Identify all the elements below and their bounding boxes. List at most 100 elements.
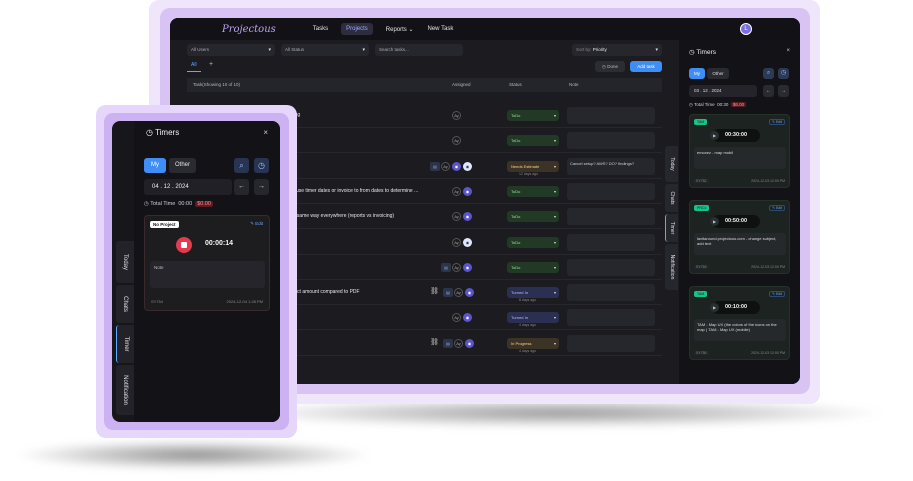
note-field[interactable]: Cancel setup? AWS? DO? findings? bbox=[567, 157, 655, 175]
mobile-tab-notification[interactable]: Notification bbox=[116, 365, 134, 415]
side-tab-timer[interactable]: Timer bbox=[665, 214, 678, 242]
mobile-total-amount: $0.00 bbox=[195, 201, 213, 207]
assign-user-icon[interactable]: Ay bbox=[452, 262, 461, 272]
date-field[interactable]: 03 . 12 . 2024 bbox=[689, 85, 757, 97]
note-field[interactable] bbox=[567, 107, 655, 124]
mobile-next-day-button[interactable]: → bbox=[254, 179, 269, 195]
avatar[interactable]: ◉ bbox=[463, 161, 472, 171]
status-select[interactable]: All Status ▾ bbox=[281, 44, 369, 56]
tab-all[interactable]: All bbox=[191, 62, 197, 68]
side-tab-today[interactable]: Today bbox=[665, 146, 678, 182]
avatar[interactable]: ◉ bbox=[463, 313, 472, 323]
status-select[interactable]: Turned In ▾ bbox=[507, 287, 559, 299]
status-select[interactable]: Needs Estimate ▾ bbox=[507, 160, 559, 172]
status-select[interactable]: ToDo ▾ bbox=[507, 261, 559, 273]
play-icon[interactable]: ▶ bbox=[710, 217, 719, 226]
status-select[interactable]: ToDo ▾ bbox=[507, 236, 559, 248]
history-icon[interactable]: ⌕ bbox=[234, 158, 249, 173]
users-select[interactable]: All Users ▾ bbox=[187, 44, 275, 56]
timer-note[interactable]: emoxez - map mobil bbox=[694, 147, 786, 169]
timer-icon[interactable]: ◷ bbox=[778, 68, 789, 79]
search-input[interactable]: Search tasks... bbox=[375, 44, 463, 56]
assign-user-icon[interactable]: Ay bbox=[452, 111, 461, 120]
my-button[interactable]: My bbox=[689, 68, 705, 79]
timer-note[interactable]: lavitaround.projectous.com - change subj… bbox=[694, 233, 786, 255]
list-icon[interactable]: ▤ bbox=[441, 262, 451, 272]
side-tab-chats[interactable]: Chats bbox=[665, 184, 678, 212]
avatar[interactable]: L bbox=[740, 23, 752, 35]
play-icon[interactable]: ▶ bbox=[710, 131, 719, 140]
next-day-button[interactable]: → bbox=[778, 85, 789, 97]
note-input[interactable]: Note bbox=[150, 261, 265, 288]
list-icon[interactable]: ▤ bbox=[430, 161, 440, 171]
assign-user-icon[interactable]: Ay bbox=[452, 313, 461, 323]
status-select[interactable]: ToDo ▾ bbox=[507, 135, 559, 147]
nav-reports[interactable]: Reports ⌄ bbox=[381, 23, 419, 36]
avatar[interactable]: ◉ bbox=[465, 338, 474, 348]
mobile-tab-timer[interactable]: Timer bbox=[116, 325, 134, 363]
note-field[interactable] bbox=[567, 334, 655, 352]
status-select[interactable]: ToDo ▾ bbox=[507, 211, 559, 223]
edit-button[interactable]: ✎ Edit bbox=[250, 221, 263, 227]
note-field[interactable] bbox=[567, 208, 655, 226]
assign-user-icon[interactable]: Ay bbox=[452, 212, 461, 222]
edit-button[interactable]: ✎ Edit bbox=[769, 291, 785, 297]
note-field[interactable] bbox=[567, 233, 655, 251]
close-icon[interactable]: × bbox=[786, 48, 790, 54]
avatar[interactable]: ◉ bbox=[463, 237, 472, 247]
assign-user-icon[interactable]: Ay bbox=[454, 288, 463, 298]
sort-select[interactable]: Sort by: Priority ▾ bbox=[572, 44, 662, 56]
status-select[interactable]: In Progress ▾ bbox=[507, 337, 559, 349]
timer-icon[interactable]: ◷ bbox=[254, 158, 269, 173]
assign-user-icon[interactable]: Ay bbox=[452, 186, 461, 196]
avatar[interactable]: ◉ bbox=[465, 288, 474, 298]
mobile-other-button[interactable]: Other bbox=[169, 158, 196, 173]
stage: Projectous Tasks Projects Reports ⌄ New … bbox=[0, 0, 913, 481]
note-field[interactable] bbox=[567, 132, 655, 150]
note-field[interactable] bbox=[567, 258, 655, 276]
note-field[interactable] bbox=[567, 309, 655, 327]
avatar[interactable]: ◉ bbox=[463, 186, 472, 196]
nav-projects[interactable]: Projects bbox=[341, 23, 373, 35]
list-icon[interactable]: ▤ bbox=[443, 288, 453, 298]
avatar[interactable]: ◉ bbox=[463, 262, 472, 272]
history-icon[interactable]: ⌕ bbox=[763, 68, 774, 79]
stop-button[interactable] bbox=[176, 237, 192, 253]
note-field[interactable] bbox=[567, 182, 655, 200]
link-icon[interactable]: ⛓ bbox=[430, 338, 439, 346]
done-button[interactable]: ◷ Done bbox=[595, 61, 625, 72]
prev-day-button[interactable]: ← bbox=[763, 85, 774, 97]
header-note: Note bbox=[569, 82, 579, 87]
status-select[interactable]: ToDo ▾ bbox=[507, 185, 559, 197]
status-select[interactable]: Turned In ▾ bbox=[507, 312, 559, 324]
add-task-button[interactable]: Add task bbox=[630, 61, 662, 72]
list-icon[interactable]: ▤ bbox=[443, 338, 453, 348]
app-logo[interactable]: Projectous bbox=[222, 24, 276, 35]
mobile-tab-chats[interactable]: Chats bbox=[116, 285, 134, 323]
mobile-prev-day-button[interactable]: ← bbox=[234, 179, 249, 195]
side-tab-notification[interactable]: Notification bbox=[665, 244, 678, 290]
assign-user-icon[interactable]: Ay bbox=[441, 161, 450, 171]
timer-note[interactable]: TAM - Map UX (the colors of the icons on… bbox=[694, 319, 786, 341]
task-title[interactable]: ports? (use timer dates or invoice to fr… bbox=[279, 188, 418, 194]
mobile-my-button[interactable]: My bbox=[144, 158, 166, 173]
assign-user-icon[interactable]: Ay bbox=[454, 338, 463, 348]
avatar[interactable]: ◉ bbox=[463, 212, 472, 222]
timer-date: 2024-12-03 12:00 PM bbox=[751, 351, 785, 355]
link-icon[interactable]: ⛓ bbox=[430, 287, 439, 295]
close-icon[interactable]: × bbox=[263, 128, 268, 137]
play-icon[interactable]: ▶ bbox=[710, 303, 719, 312]
assign-user-icon[interactable]: Ay bbox=[452, 136, 461, 146]
mobile-tab-today[interactable]: Today bbox=[116, 241, 134, 283]
nav-new-task[interactable]: New Task bbox=[423, 23, 459, 35]
nav-tasks[interactable]: Tasks bbox=[308, 23, 333, 35]
status-select[interactable]: ToDo ▾ bbox=[507, 110, 559, 121]
mobile-date-field[interactable]: 04 . 12 . 2024 bbox=[144, 179, 232, 195]
edit-button[interactable]: ✎ Edit bbox=[769, 205, 785, 211]
other-button[interactable]: Other bbox=[707, 68, 729, 79]
avatar[interactable]: ◉ bbox=[452, 161, 461, 171]
edit-button[interactable]: ✎ Edit bbox=[769, 119, 785, 125]
assign-user-icon[interactable]: Ay bbox=[452, 237, 461, 247]
add-tab-button[interactable]: + bbox=[209, 61, 213, 68]
note-field[interactable] bbox=[567, 284, 655, 302]
